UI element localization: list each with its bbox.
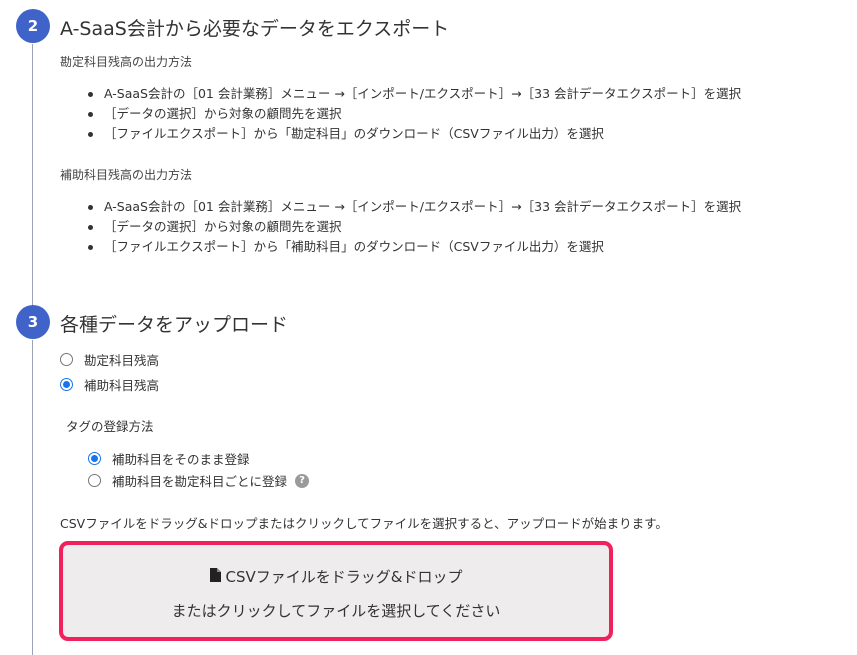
file-icon — [209, 567, 221, 586]
radio-sub-account-balance[interactable]: 補助科目残高 — [60, 375, 159, 394]
timeline-line-step2 — [32, 44, 33, 306]
question-circle-icon[interactable]: ? — [295, 473, 310, 488]
list-item: ［データの選択］から対象の顧問先を選択 — [86, 217, 741, 237]
list-item: ［ファイルエクスポート］から「補助科目」のダウンロード（CSVファイル出力）を選… — [86, 237, 741, 257]
list-item: A-SaaS会計の［01 会計業務］メニュー →［インポート/エクスポート］→［… — [86, 84, 741, 104]
section-heading: 勘定科目残高の出力方法 — [60, 55, 193, 69]
upload-note: CSVファイルをドラッグ&ドロップまたはクリックしてファイルを選択すると、アップ… — [60, 516, 668, 531]
timeline-line-step3 — [32, 340, 33, 655]
radio-register-per-account[interactable]: 補助科目を勘定科目ごとに登録 ? — [88, 471, 310, 490]
radio-label: 補助科目をそのまま登録 — [112, 452, 250, 467]
list-item: ［ファイルエクスポート］から「勘定科目」のダウンロード（CSVファイル出力）を選… — [86, 124, 741, 144]
instruction-list: A-SaaS会計の［01 会計業務］メニュー →［インポート/エクスポート］→［… — [86, 84, 741, 144]
radio-label: 補助科目を勘定科目ごとに登録 — [112, 474, 288, 489]
radio-register-as-is[interactable]: 補助科目をそのまま登録 — [88, 449, 250, 468]
list-item: ［データの選択］から対象の顧問先を選択 — [86, 104, 741, 124]
step-number-badge: 2 — [16, 9, 50, 43]
step-number-badge: 3 — [16, 305, 50, 339]
instruction-list: A-SaaS会計の［01 会計業務］メニュー →［インポート/エクスポート］→［… — [86, 197, 741, 257]
radio-label: 勘定科目残高 — [84, 353, 160, 368]
step-title: A-SaaS会計から必要なデータをエクスポート — [60, 18, 450, 40]
radio-label: 補助科目残高 — [84, 378, 160, 393]
dropzone-title-row: CSVファイルをドラッグ&ドロップ — [63, 566, 609, 587]
radio-account-balance[interactable]: 勘定科目残高 — [60, 350, 159, 369]
radio-button[interactable] — [88, 452, 101, 465]
radio-button[interactable] — [60, 378, 73, 391]
list-item: A-SaaS会計の［01 会計業務］メニュー →［インポート/エクスポート］→［… — [86, 197, 741, 217]
section-heading: 補助科目残高の出力方法 — [60, 168, 193, 182]
dropzone-subtitle: またはクリックしてファイルを選択してください — [171, 602, 501, 620]
step-title: 各種データをアップロード — [60, 314, 289, 336]
tag-method-heading: タグの登録方法 — [66, 419, 154, 434]
csv-dropzone[interactable]: CSVファイルをドラッグ&ドロップ またはクリックしてファイルを選択してください — [59, 541, 613, 641]
dropzone-title: CSVファイルをドラッグ&ドロップ — [225, 568, 463, 586]
radio-button[interactable] — [88, 474, 101, 487]
radio-button[interactable] — [60, 353, 73, 366]
